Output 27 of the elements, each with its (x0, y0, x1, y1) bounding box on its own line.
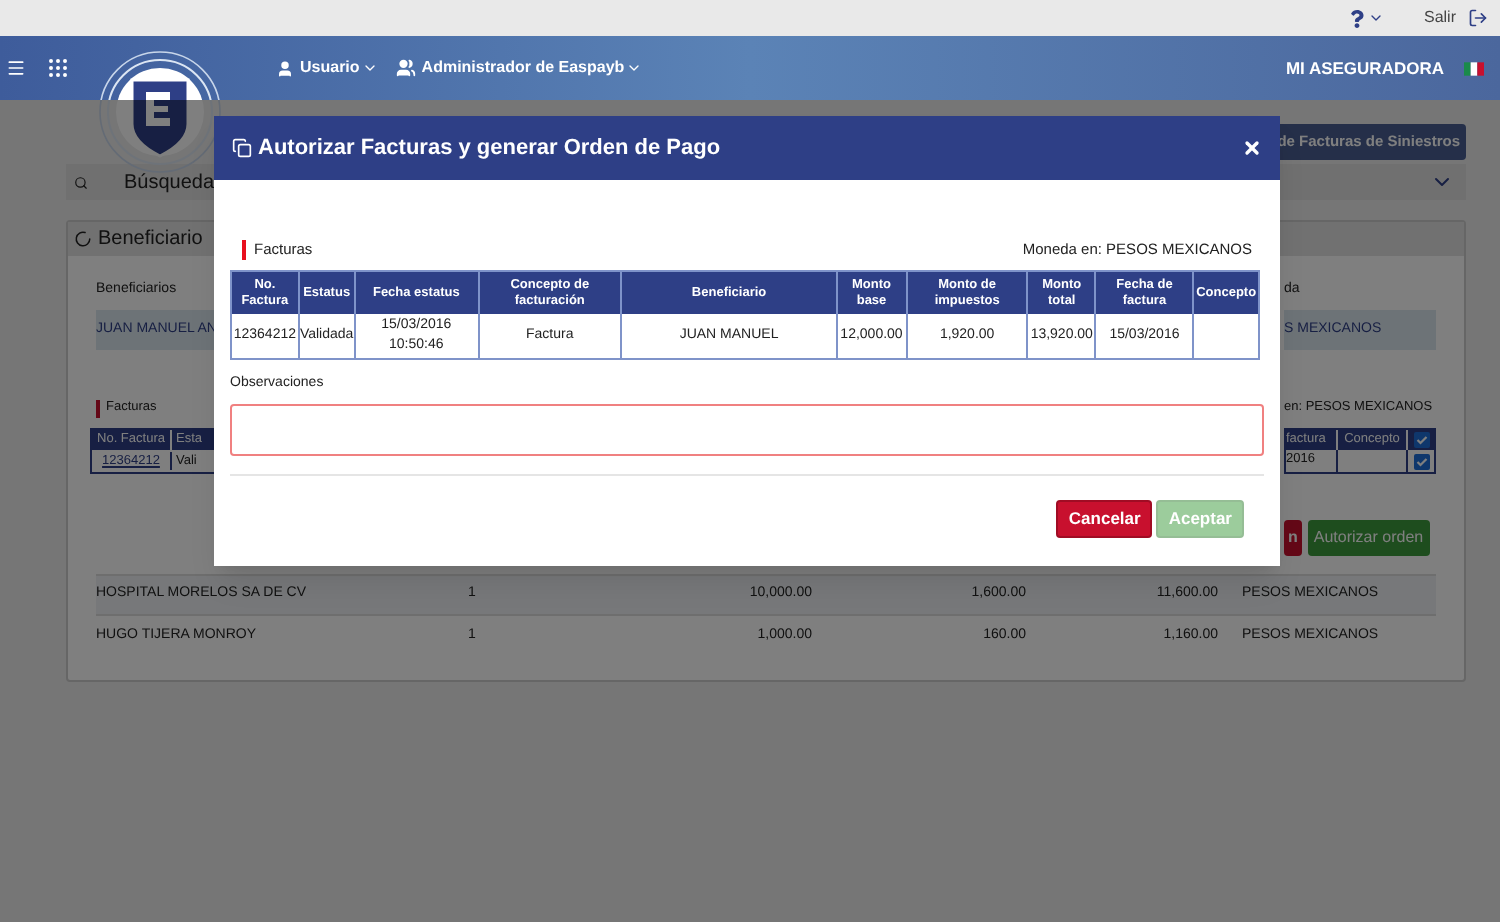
search-icon (74, 175, 88, 189)
observations-field[interactable] (230, 403, 1264, 455)
caret-icon[interactable] (626, 60, 643, 76)
modal-title: Autorizar Facturas y generar Orden de Pago (258, 133, 721, 164)
search-label: Búsqueda (124, 169, 215, 197)
panel-title: Beneficiario (98, 226, 203, 254)
cancel-button[interactable]: Cancelar (1056, 499, 1153, 537)
caret-icon[interactable] (361, 60, 378, 76)
reject-button[interactable]: n (1284, 520, 1302, 556)
checkbox[interactable] (1413, 432, 1429, 448)
authorize-button[interactable]: Autorizar orden (1307, 520, 1430, 556)
flag-icon (1464, 61, 1484, 75)
apps-icon[interactable] (46, 56, 70, 80)
caret-icon[interactable] (1367, 10, 1384, 26)
user-menu[interactable]: Usuario (300, 56, 360, 80)
copy-icon (232, 138, 252, 158)
spinner-icon (74, 230, 92, 248)
company-name: MI ASEGURADORA (1285, 55, 1444, 81)
users-icon[interactable] (395, 58, 416, 78)
close-icon[interactable] (1242, 138, 1262, 158)
logout-icon[interactable] (1468, 8, 1488, 28)
help-icon[interactable] (1349, 9, 1364, 27)
user-icon[interactable] (276, 59, 294, 77)
checkbox[interactable] (1413, 453, 1429, 469)
menu-icon[interactable] (6, 58, 26, 78)
logout-link[interactable]: Salir (1423, 6, 1456, 30)
admin-menu[interactable]: Administrador de Easpayb (421, 56, 625, 80)
